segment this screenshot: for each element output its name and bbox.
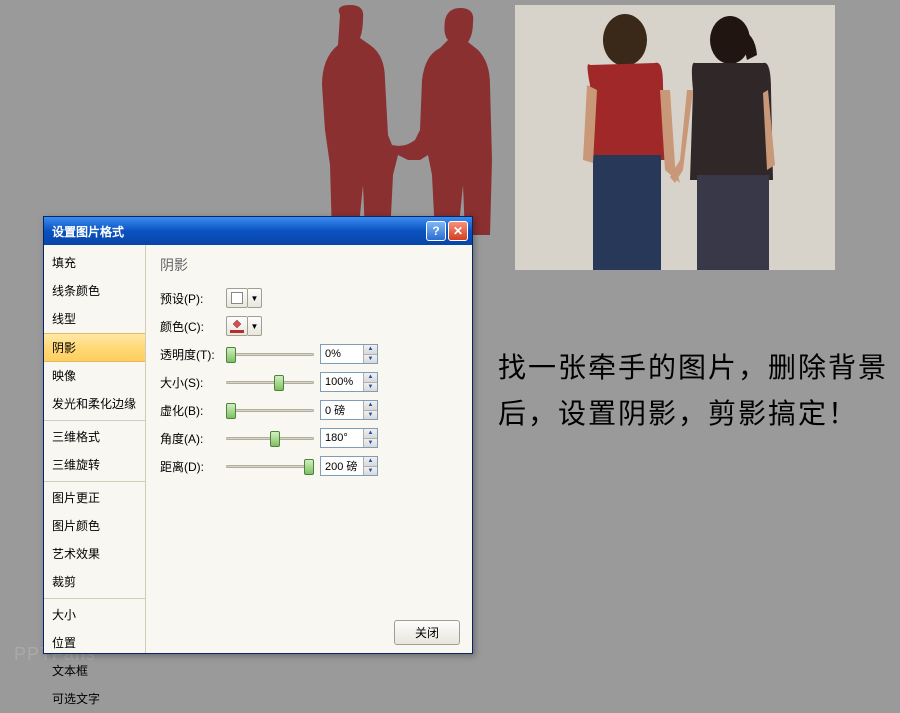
- paint-bucket-icon[interactable]: [226, 316, 248, 336]
- angle-label: 角度(A):: [160, 430, 226, 447]
- spinner-down-icon[interactable]: ▼: [364, 383, 377, 392]
- distance-spinner[interactable]: ▲ ▼: [320, 456, 378, 476]
- dialog-title: 设置图片格式: [52, 223, 424, 240]
- blur-spinner[interactable]: ▲ ▼: [320, 400, 378, 420]
- sidebar-item[interactable]: 三维旋转: [44, 451, 145, 479]
- divider: [44, 598, 145, 599]
- chevron-down-icon[interactable]: ▼: [248, 288, 262, 308]
- size-label: 大小(S):: [160, 374, 226, 391]
- angle-input[interactable]: [321, 429, 363, 447]
- size-slider[interactable]: [226, 373, 314, 391]
- size-input[interactable]: [321, 373, 363, 391]
- help-button[interactable]: ?: [426, 221, 446, 241]
- distance-slider[interactable]: [226, 457, 314, 475]
- spinner-down-icon[interactable]: ▼: [364, 411, 377, 420]
- sidebar-item[interactable]: 三维格式: [44, 423, 145, 451]
- blur-label: 虚化(B):: [160, 402, 226, 419]
- sidebar-item[interactable]: 文本框: [44, 657, 145, 685]
- silhouette-image: [260, 0, 540, 235]
- angle-slider[interactable]: [226, 429, 314, 447]
- spinner-down-icon[interactable]: ▼: [364, 355, 377, 364]
- spinner-up-icon[interactable]: ▲: [364, 373, 377, 383]
- close-button[interactable]: 关闭: [394, 620, 460, 645]
- window-close-button[interactable]: ✕: [448, 221, 468, 241]
- color-label: 颜色(C):: [160, 318, 226, 335]
- transparency-spinner[interactable]: ▲ ▼: [320, 344, 378, 364]
- spinner-down-icon[interactable]: ▼: [364, 467, 377, 476]
- spinner-up-icon[interactable]: ▲: [364, 457, 377, 467]
- section-title: 阴影: [160, 255, 458, 275]
- spinner-down-icon[interactable]: ▼: [364, 439, 377, 448]
- preset-label: 预设(P):: [160, 290, 226, 307]
- sidebar-item[interactable]: 阴影: [44, 333, 145, 362]
- chevron-down-icon[interactable]: ▼: [248, 316, 262, 336]
- spinner-up-icon[interactable]: ▲: [364, 429, 377, 439]
- sidebar-item[interactable]: 位置: [44, 629, 145, 657]
- transparency-slider[interactable]: [226, 345, 314, 363]
- sidebar-item[interactable]: 线条颜色: [44, 277, 145, 305]
- spinner-up-icon[interactable]: ▲: [364, 345, 377, 355]
- dialog-titlebar[interactable]: 设置图片格式 ? ✕: [44, 217, 472, 245]
- spinner-up-icon[interactable]: ▲: [364, 401, 377, 411]
- divider: [44, 481, 145, 482]
- sidebar-item[interactable]: 线型: [44, 305, 145, 333]
- distance-input[interactable]: [321, 457, 363, 475]
- sidebar-item[interactable]: 填充: [44, 249, 145, 277]
- shadow-panel: 阴影 预设(P): ▼ 颜色(C):: [146, 245, 472, 653]
- sidebar-item[interactable]: 发光和柔化边缘: [44, 390, 145, 418]
- preset-combo[interactable]: ▼: [226, 288, 262, 308]
- category-sidebar: 填充线条颜色线型阴影映像发光和柔化边缘三维格式三维旋转图片更正图片颜色艺术效果裁…: [44, 245, 146, 653]
- sidebar-item[interactable]: 可选文字: [44, 685, 145, 713]
- divider: [44, 420, 145, 421]
- sidebar-item[interactable]: 图片颜色: [44, 512, 145, 540]
- sidebar-item[interactable]: 图片更正: [44, 484, 145, 512]
- angle-spinner[interactable]: ▲ ▼: [320, 428, 378, 448]
- blur-slider[interactable]: [226, 401, 314, 419]
- preset-swatch[interactable]: [226, 288, 248, 308]
- sidebar-item[interactable]: 裁剪: [44, 568, 145, 596]
- size-spinner[interactable]: ▲ ▼: [320, 372, 378, 392]
- transparency-label: 透明度(T):: [160, 346, 226, 363]
- instruction-text: 找一张牵手的图片，删除背景后，设置阴影，剪影搞定！: [498, 345, 900, 437]
- transparency-input[interactable]: [321, 345, 363, 363]
- sidebar-item[interactable]: 大小: [44, 601, 145, 629]
- color-combo[interactable]: ▼: [226, 316, 262, 336]
- format-picture-dialog: 设置图片格式 ? ✕ 填充线条颜色线型阴影映像发光和柔化边缘三维格式三维旋转图片…: [43, 216, 473, 654]
- blur-input[interactable]: [321, 401, 363, 419]
- sidebar-item[interactable]: 艺术效果: [44, 540, 145, 568]
- sidebar-item[interactable]: 映像: [44, 362, 145, 390]
- couple-photo: [515, 5, 835, 270]
- distance-label: 距离(D):: [160, 458, 226, 475]
